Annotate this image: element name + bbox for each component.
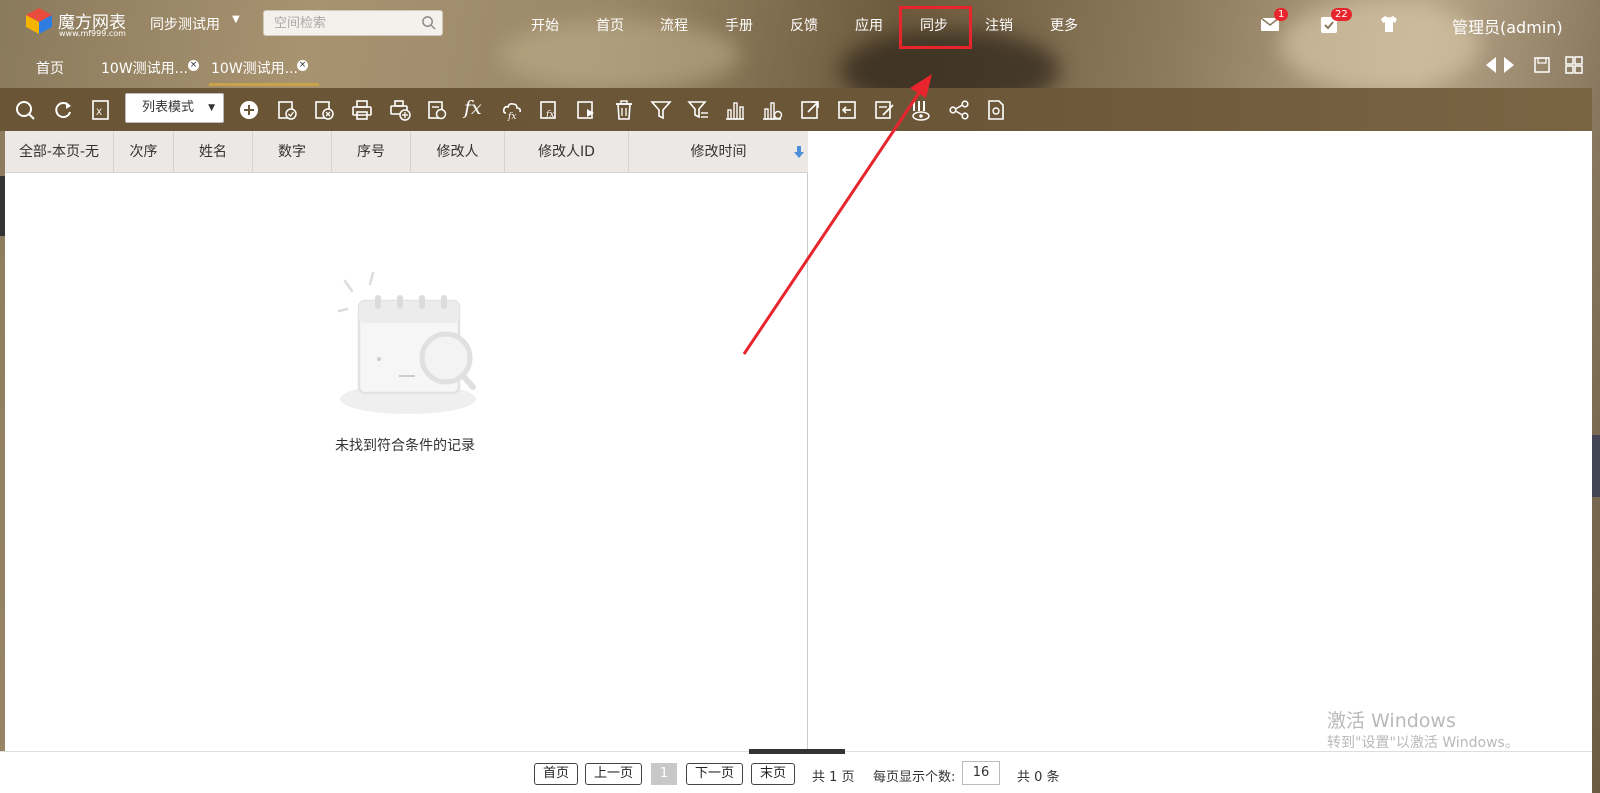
filter-icon[interactable] [650, 99, 672, 121]
first-page-button[interactable]: 首页 [534, 763, 579, 785]
column-name[interactable]: 姓名 [174, 131, 253, 173]
tab-form-2-active[interactable]: 10W测试用... [211, 58, 298, 78]
last-page-button[interactable]: 末页 [751, 763, 796, 785]
activation-watermark-subtitle: 转到"设置"以激活 Windows。 [1327, 735, 1519, 751]
chevron-down-icon: ▼ [208, 103, 215, 113]
nav-home[interactable]: 首页 [596, 15, 624, 35]
prev-page-button[interactable]: 上一页 [585, 763, 643, 785]
tab-next-icon[interactable] [1502, 56, 1516, 74]
nav-more[interactable]: 更多 [1050, 15, 1078, 35]
svg-text:fx: fx [507, 112, 516, 121]
user-menu[interactable]: 管理员(admin) [1452, 14, 1563, 38]
total-records: 共 0 条 [1017, 770, 1060, 785]
share-icon[interactable] [948, 99, 970, 121]
page-size-label: 每页显示个数: [873, 770, 956, 785]
next-page-button[interactable]: 下一页 [686, 763, 744, 785]
column-number[interactable]: 数字 [253, 131, 332, 173]
column-order[interactable]: 次序 [114, 131, 174, 173]
print-icon[interactable] [351, 99, 373, 121]
document-settings-icon[interactable] [985, 99, 1007, 121]
tab-prev-icon[interactable] [1484, 56, 1498, 74]
refresh-icon[interactable] [52, 99, 74, 121]
annotation-arrow [742, 74, 932, 355]
nav-workflow[interactable]: 流程 [660, 15, 688, 35]
empty-calendar-icon [337, 271, 476, 414]
svg-text:fx: fx [545, 110, 554, 120]
space-selector[interactable]: 同步测试用 [150, 14, 220, 34]
activation-watermark-title: 激活 Windows [1327, 710, 1456, 732]
space-search [263, 10, 443, 36]
svg-text:X: X [96, 108, 102, 118]
nav-feedback[interactable]: 反馈 [790, 15, 818, 35]
column-serial[interactable]: 序号 [332, 131, 411, 173]
formula-doc-icon[interactable]: fx [538, 99, 560, 121]
logo-icon [26, 8, 52, 34]
task-badge: 22 [1331, 8, 1352, 21]
left-panel-toggle[interactable] [0, 176, 5, 236]
mail-badge: 1 [1274, 8, 1289, 21]
current-page[interactable]: 1 [651, 763, 677, 785]
nav-manual[interactable]: 手册 [725, 15, 753, 35]
excel-export-icon[interactable]: X [89, 99, 111, 121]
tab-home[interactable]: 首页 [36, 58, 64, 78]
print-add-icon[interactable] [389, 99, 411, 121]
view-mode-select[interactable]: 列表模式 ▼ [125, 93, 224, 123]
nav-start[interactable]: 开始 [531, 15, 559, 35]
search-icon[interactable] [421, 15, 436, 30]
sync-highlight-box [899, 6, 972, 49]
chevron-down-icon[interactable]: ▼ [232, 14, 240, 25]
formula-icon[interactable]: fx [464, 97, 486, 119]
view-mode-label: 列表模式 [142, 100, 195, 115]
page-size-input[interactable]: 16 [962, 761, 1000, 785]
formula-cloud-icon[interactable]: fx [501, 99, 523, 121]
save-layout-icon[interactable] [1533, 56, 1551, 74]
logo-subtitle: www.mf999.com [59, 29, 126, 38]
run-icon[interactable] [575, 99, 597, 121]
delete-icon[interactable] [613, 99, 635, 121]
column-modifier[interactable]: 修改人 [411, 131, 505, 173]
pagination-bar: 首页 上一页 1 下一页 末页 共 1 页 每页显示个数: 16 共 0 条 [0, 749, 1592, 793]
table-header: 全部-本页-无 次序 姓名 数字 序号 修改人 修改人ID 修改时间 [5, 131, 808, 173]
grid-layout-icon[interactable] [1565, 56, 1583, 74]
active-tab-indicator [209, 83, 319, 86]
empty-message: 未找到符合条件的记录 [335, 438, 475, 454]
close-icon[interactable]: × [297, 60, 308, 71]
right-panel-toggle[interactable] [1592, 435, 1600, 497]
record-list-pane: 全部-本页-无 次序 姓名 数字 序号 修改人 修改人ID 修改时间 未找到符合… [5, 131, 808, 751]
pane-resize-handle[interactable] [749, 749, 845, 754]
space-search-input[interactable] [264, 11, 414, 35]
theme-shirt-icon[interactable] [1378, 13, 1400, 35]
add-icon[interactable] [238, 99, 260, 121]
column-select-all[interactable]: 全部-本页-无 [5, 131, 114, 173]
approve-icon[interactable] [276, 99, 298, 121]
reject-icon[interactable] [313, 99, 335, 121]
close-icon[interactable]: × [188, 60, 199, 71]
advanced-filter-icon[interactable] [687, 99, 709, 121]
top-bar: 魔方网表 www.mf999.com 同步测试用 ▼ 开始 首页 流程 手册 反… [0, 0, 1600, 49]
print-settings-icon[interactable] [426, 99, 448, 121]
total-pages: 共 1 页 [812, 770, 855, 785]
search-icon[interactable] [14, 99, 36, 121]
column-modifier-id[interactable]: 修改人ID [505, 131, 629, 173]
tab-form-1[interactable]: 10W测试用... [101, 58, 188, 78]
nav-apps[interactable]: 应用 [855, 15, 883, 35]
nav-logout[interactable]: 注销 [985, 15, 1013, 35]
